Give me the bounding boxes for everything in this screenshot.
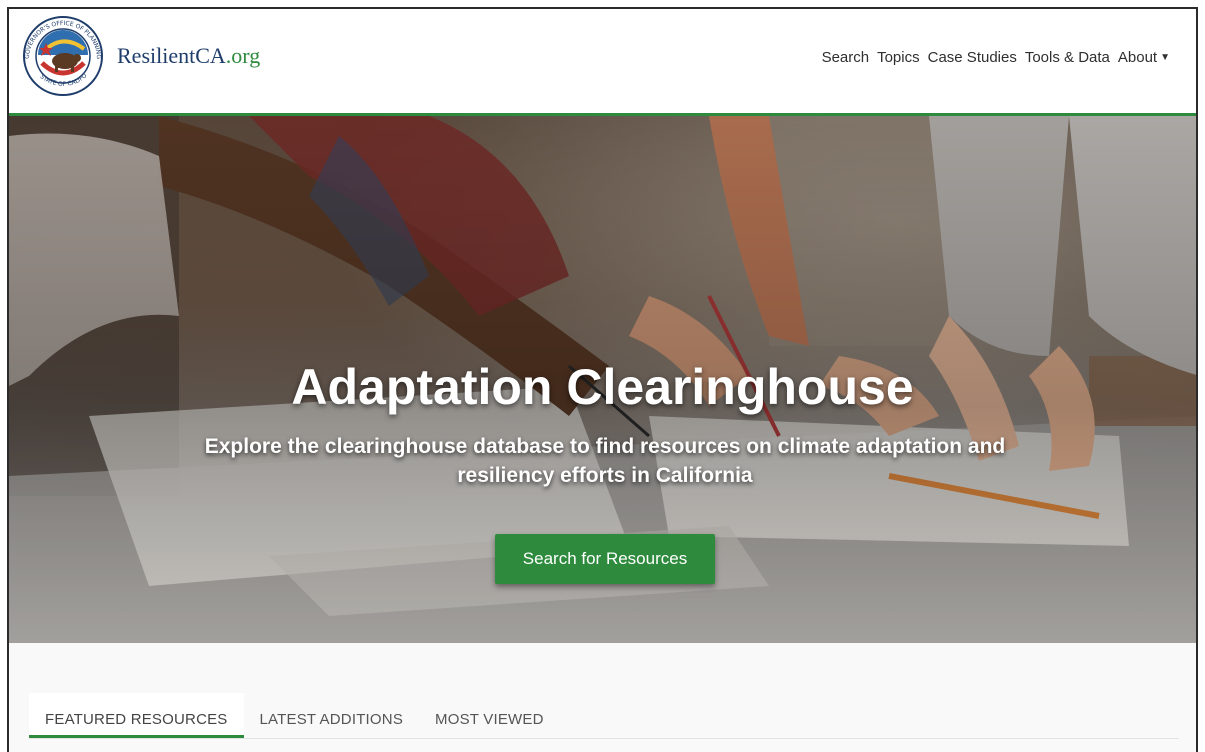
nav-about-label: About <box>1117 49 1158 66</box>
nav-about[interactable]: About ▼ <box>1114 49 1174 66</box>
site-header: GOVERNOR'S OFFICE OF PLANNING AND RESEAR… <box>9 9 1196 116</box>
nav-search[interactable]: Search <box>818 49 874 66</box>
caret-down-icon: ▼ <box>1160 52 1170 63</box>
search-for-resources-button[interactable]: Search for Resources <box>495 534 715 584</box>
resources-section: FEATURED RESOURCES LATEST ADDITIONS MOST… <box>9 643 1196 752</box>
hero-subtitle: Explore the clearinghouse database to fi… <box>204 435 1006 488</box>
resource-tabs: FEATURED RESOURCES LATEST ADDITIONS MOST… <box>29 693 1179 739</box>
browser-page: GOVERNOR'S OFFICE OF PLANNING AND RESEAR… <box>7 7 1198 752</box>
hero-title: Adaptation Clearinghouse <box>291 359 914 415</box>
nav-topics[interactable]: Topics <box>873 49 924 66</box>
tab-featured-resources[interactable]: FEATURED RESOURCES <box>29 693 244 738</box>
site-brand[interactable]: ResilientCA.org <box>117 43 260 69</box>
hero-banner: Adaptation Clearinghouse Explore the cle… <box>9 116 1196 643</box>
state-seal-logo[interactable]: GOVERNOR'S OFFICE OF PLANNING AND RESEAR… <box>20 10 104 97</box>
nav-case-studies[interactable]: Case Studies <box>924 49 1021 66</box>
nav-tools-data[interactable]: Tools & Data <box>1021 49 1114 66</box>
brand-tld: .org <box>225 43 261 68</box>
tab-most-viewed[interactable]: MOST VIEWED <box>419 693 560 738</box>
main-nav: Search Topics Case Studies Tools & Data … <box>818 49 1174 66</box>
brand-name: ResilientCA <box>117 43 226 68</box>
tab-latest-additions[interactable]: LATEST ADDITIONS <box>244 693 420 738</box>
seal-icon: GOVERNOR'S OFFICE OF PLANNING AND RESEAR… <box>20 10 103 96</box>
